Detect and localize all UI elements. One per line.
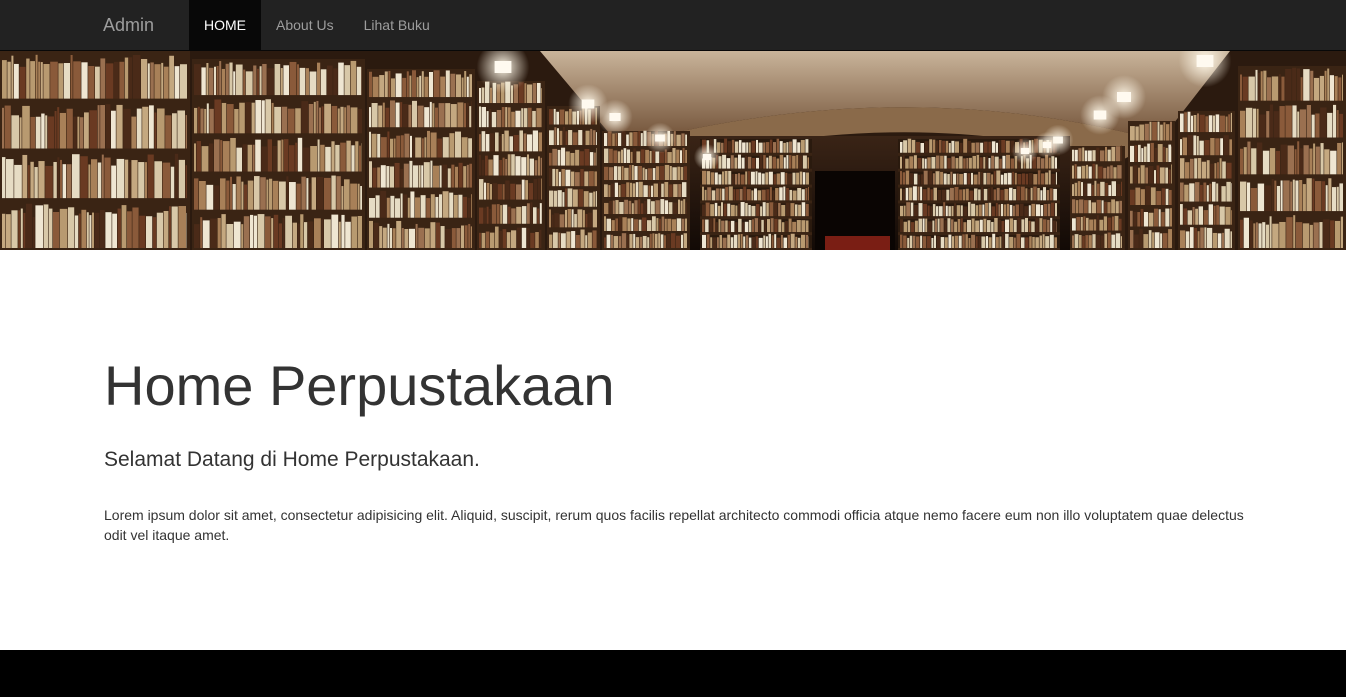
nav-item-about-us: About Us: [261, 0, 349, 50]
navbar-brand[interactable]: Admin: [103, 0, 154, 50]
nav-link-lihat-buku[interactable]: Lihat Buku: [349, 0, 445, 50]
nav-item-lihat-buku: Lihat Buku: [349, 0, 445, 50]
page-title: Home Perpustakaan: [104, 354, 615, 417]
page-footer: [0, 650, 1346, 697]
library-banner-image: [0, 51, 1346, 250]
nav-link-about-us[interactable]: About Us: [261, 0, 349, 50]
nav-link-home[interactable]: HOME: [189, 0, 261, 50]
intro-paragraph: Lorem ipsum dolor sit amet, consectetur …: [104, 507, 1244, 543]
nav-menu: HOME About Us Lihat Buku: [189, 0, 445, 50]
welcome-subtitle: Selamat Datang di Home Perpustakaan.: [104, 448, 480, 471]
top-navbar: Admin HOME About Us Lihat Buku: [0, 0, 1346, 51]
nav-item-home: HOME: [189, 0, 261, 50]
hero-banner: [0, 51, 1346, 250]
